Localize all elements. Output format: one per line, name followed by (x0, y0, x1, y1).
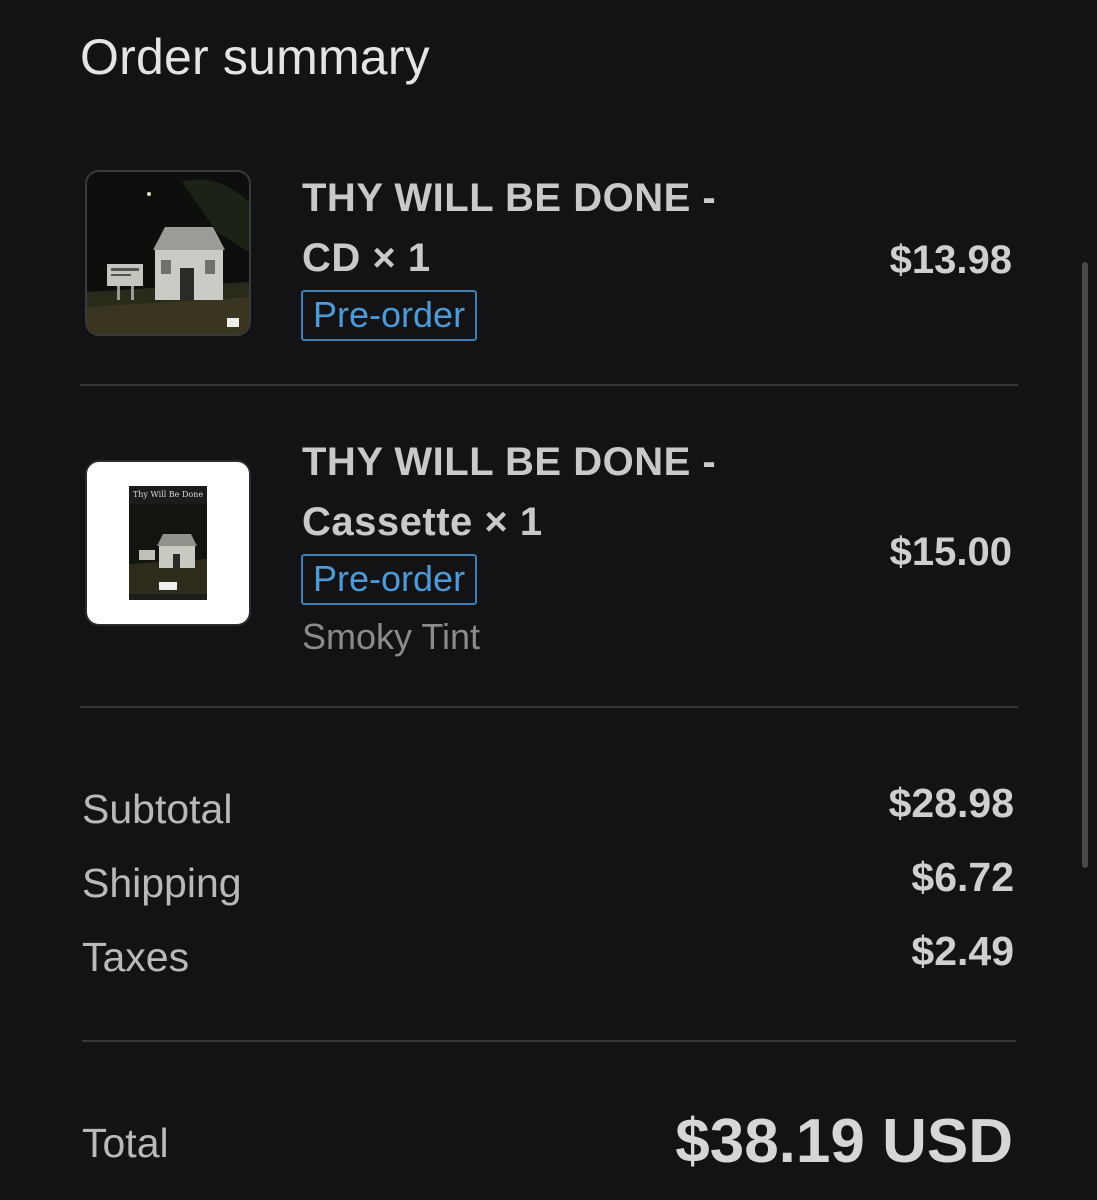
item-name-line2: CD × 1 (302, 236, 431, 280)
cassette-artwork-icon (129, 504, 207, 594)
item-divider (80, 706, 1018, 708)
cassette-case: Thy Will Be Done (129, 486, 207, 600)
cassette-title-text: Thy Will Be Done (132, 490, 204, 499)
taxes-value: $2.49 (911, 928, 1014, 974)
line-item-cassette: Thy Will Be Done THY WILL BE DONE - Cass… (80, 432, 1020, 662)
preorder-badge: Pre-order (301, 290, 478, 341)
shipping-row: Shipping $6.72 (82, 854, 1014, 914)
subtotal-row: Subtotal $28.98 (82, 780, 1014, 840)
total-value: $38.19 USD (675, 1107, 1013, 1176)
taxes-label: Taxes (82, 934, 190, 980)
subtotal-label: Subtotal (82, 786, 233, 832)
item-price: $15.00 (889, 530, 1012, 574)
item-divider (80, 384, 1018, 386)
line-item-cd: THY WILL BE DONE - CD × 1 Pre-order $13.… (80, 168, 1020, 348)
cd-album-cover-image (85, 170, 251, 336)
church-artwork-icon (87, 172, 249, 334)
item-variant: Smoky Tint (302, 616, 481, 657)
shipping-label: Shipping (82, 860, 242, 906)
taxes-row: Taxes $2.49 (82, 928, 1014, 988)
shipping-value: $6.72 (911, 854, 1014, 900)
item-price: $13.98 (889, 238, 1012, 282)
item-name-line1: THY WILL BE DONE - (302, 176, 717, 220)
page-title: Order summary (80, 29, 430, 85)
cassette-product-image: Thy Will Be Done (85, 460, 251, 626)
scrollbar[interactable] (1082, 262, 1088, 868)
preorder-badge: Pre-order (301, 554, 478, 605)
item-name-line2: Cassette × 1 (302, 500, 543, 544)
item-name-line1: THY WILL BE DONE - (302, 440, 717, 484)
total-label: Total (82, 1120, 169, 1166)
totals-divider (82, 1040, 1016, 1042)
subtotal-value: $28.98 (888, 780, 1014, 826)
